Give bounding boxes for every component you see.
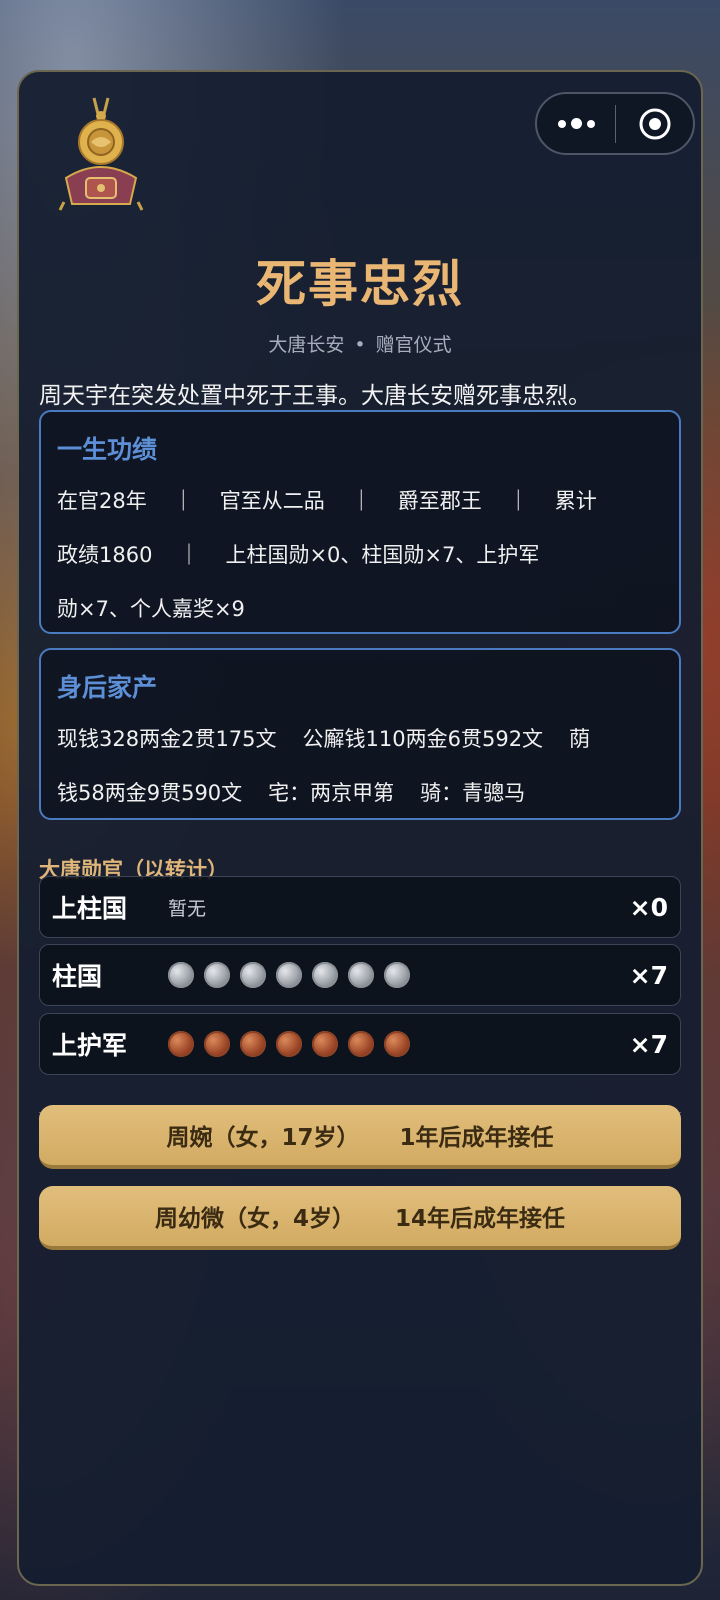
rank-name: 上护军: [52, 1031, 128, 1060]
bronze-medal-icon: [348, 1031, 374, 1057]
medals-summary-b: 勋×7、个人嘉奖×9: [57, 597, 245, 621]
subtitle-dot: •: [354, 334, 366, 356]
bronze-medal-icon: [168, 1031, 194, 1057]
more-dots-icon[interactable]: [537, 94, 615, 153]
rank-count: ×0: [629, 892, 668, 922]
bronze-medal-icon: [240, 1031, 266, 1057]
silver-medal-icon: [348, 962, 374, 988]
estate-card: 身后家产 现钱328两金2贯175文 公廨钱110两金6贯592文荫 钱58两金9…: [39, 648, 681, 820]
heir-button[interactable]: 周幼微（女，4岁） 14年后成年接任: [39, 1186, 681, 1250]
estate-heading: 身后家产: [57, 673, 158, 702]
subtitle: 大唐长安 • 赠官仪式: [0, 330, 720, 357]
medals-summary-a: 上柱国勋×0、柱国勋×7、上护军: [225, 543, 540, 567]
bronze-medal-icon: [384, 1031, 410, 1057]
silver-medal-icon: [312, 962, 338, 988]
silver-medal-icon: [384, 962, 410, 988]
silver-medal-icon: [204, 962, 230, 988]
rank-medals: [158, 962, 620, 988]
merits-line-2: 政绩1860 ｜上柱国勋×0、柱国勋×7、上护军: [57, 543, 540, 567]
rank-name: 上柱国: [52, 894, 128, 923]
rank-row: 上柱国 暂无 ×0: [39, 876, 681, 938]
merits-heading: 一生功绩: [57, 435, 158, 464]
silver-medal-icon: [240, 962, 266, 988]
rank-name: 柱国: [52, 962, 103, 991]
merits-card: 一生功绩 在官28年｜官至从二品｜爵至郡王｜累计 政绩1860 ｜上柱国勋×0、柱…: [39, 410, 681, 634]
bronze-medal-icon: [204, 1031, 230, 1057]
rank-row: 上护军 ×7: [39, 1013, 681, 1075]
silver-medal-icon: [276, 962, 302, 988]
close-target-icon[interactable]: [616, 107, 693, 141]
bronze-medal-icon: [276, 1031, 302, 1057]
rank-medals: 暂无: [158, 894, 620, 921]
rank-count: ×7: [629, 960, 668, 990]
estate-cash: 现钱328两金2贯175文: [57, 727, 277, 751]
bronze-medal-icon: [312, 1031, 338, 1057]
page-title: 死事忠烈: [256, 255, 464, 313]
merit-title: 爵至郡王: [397, 489, 482, 513]
estate-mount: 骑：青骢马: [420, 781, 526, 805]
estate-line-1: 现钱328两金2贯175文 公廨钱110两金6贯592文荫: [57, 727, 591, 751]
merits-line-3: 勋×7、个人嘉奖×9: [57, 582, 663, 636]
rank-row: 柱国 ×7: [39, 944, 681, 1006]
merit-score: 累计: [554, 489, 597, 513]
emblem-icon: [58, 97, 144, 211]
estate-public-cash: 公廨钱110两金6贯592文: [302, 727, 544, 751]
merit-years: 在官28年: [57, 489, 147, 513]
heir-note: 14年后成年接任: [395, 1206, 566, 1232]
merit-rank: 官至从二品: [219, 489, 325, 513]
silver-medal-icon: [168, 962, 194, 988]
subtitle-event: 赠官仪式: [375, 334, 452, 356]
rank-empty-text: 暂无: [168, 897, 207, 920]
estate-house: 宅：两京甲第: [268, 781, 395, 805]
estate-line-2: 钱58两金9贯590文 宅：两京甲第 骑：青骢马: [57, 781, 526, 805]
menu-capsule: [535, 92, 695, 155]
rank-count: ×7: [629, 1029, 668, 1059]
heir-button[interactable]: 周婉（女，17岁） 1年后成年接任: [39, 1105, 681, 1169]
heir-name: 周幼微（女，4岁）: [154, 1206, 355, 1232]
heir-note: 1年后成年接任: [399, 1125, 554, 1151]
merits-line-1: 在官28年｜官至从二品｜爵至郡王｜累计: [57, 489, 597, 513]
subtitle-place: 大唐长安: [268, 334, 345, 356]
rank-medals: [158, 1031, 620, 1057]
heir-name: 周婉（女，17岁）: [166, 1125, 360, 1151]
intro-text: 周天宇在突发处置中死于王事。大唐长安赠死事忠烈。: [39, 383, 591, 409]
